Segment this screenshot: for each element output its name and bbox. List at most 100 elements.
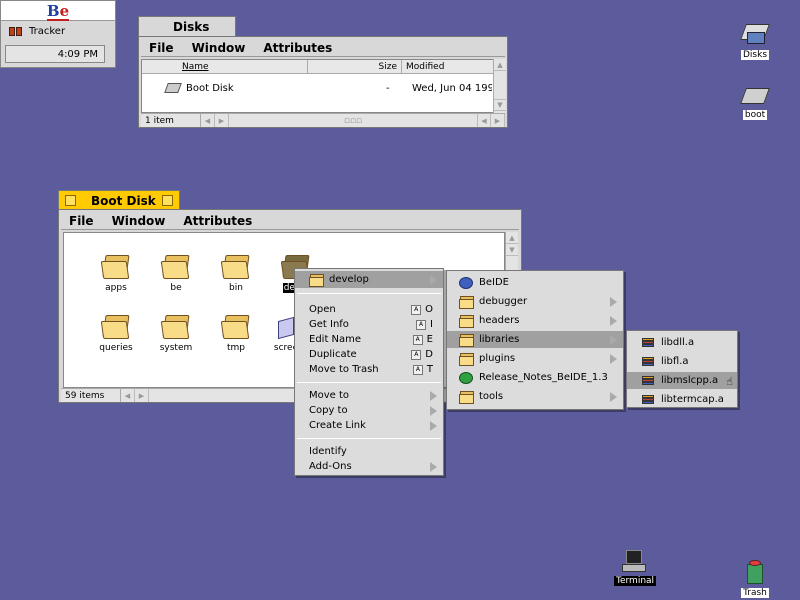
submenu-arrow-icon xyxy=(430,274,437,285)
folder-icon xyxy=(459,333,474,347)
alt-key-icon: A xyxy=(411,304,422,315)
libraries-submenu: libdll.a libfl.a libmslcpp.a ☝ libtermca… xyxy=(626,330,738,408)
item-count: 1 item xyxy=(141,114,201,127)
disk-icon xyxy=(164,83,182,93)
folder-queries[interactable]: queries xyxy=(91,313,141,353)
window-title: Disks xyxy=(173,19,210,34)
context-menu-header[interactable]: develop xyxy=(295,271,443,288)
be-menu-button[interactable]: Be xyxy=(1,1,115,21)
disks-icon xyxy=(740,22,770,48)
disk-size: - xyxy=(386,82,390,94)
folder-icon xyxy=(100,313,132,341)
column-modified[interactable]: Modified xyxy=(402,60,494,73)
hscroll-track[interactable]: ▫▫▫ xyxy=(229,116,477,126)
desktop-trash[interactable]: Trash xyxy=(735,560,775,598)
scroll-right-icon[interactable]: ▶ xyxy=(215,114,229,127)
menu-item-add-ons[interactable]: Add-Ons xyxy=(295,458,443,475)
table-row[interactable]: Boot Disk - Wed, Jun 04 199 xyxy=(142,78,494,98)
folder-icon xyxy=(100,253,132,281)
submenu-item-tools[interactable]: tools xyxy=(447,388,623,405)
folder-icon xyxy=(459,390,474,404)
folder-apps[interactable]: apps xyxy=(91,253,141,293)
disk-modified: Wed, Jun 04 199 xyxy=(412,82,492,94)
item-count: 59 items xyxy=(61,389,121,402)
folder-be[interactable]: be xyxy=(151,253,201,293)
folder-icon xyxy=(309,273,324,287)
folder-icon xyxy=(160,253,192,281)
library-item-libdll[interactable]: libdll.a xyxy=(627,334,737,351)
close-icon[interactable] xyxy=(65,195,76,206)
menu-attributes[interactable]: Attributes xyxy=(263,41,332,55)
desktop-terminal[interactable]: Terminal xyxy=(614,548,657,586)
folder-icon xyxy=(160,313,192,341)
library-item-libfl[interactable]: libfl.a xyxy=(627,353,737,370)
menu-window[interactable]: Window xyxy=(112,214,166,228)
submenu-item-debugger[interactable]: debugger xyxy=(447,293,623,310)
submenu-arrow-icon xyxy=(610,353,617,364)
menu-item-create-link[interactable]: Create Link xyxy=(295,417,443,434)
menu-window[interactable]: Window xyxy=(192,41,246,55)
submenu-arrow-icon xyxy=(430,420,437,431)
submenu-item-libraries[interactable]: libraries xyxy=(447,331,623,348)
scroll-left-icon[interactable]: ◀ xyxy=(121,389,135,402)
submenu-item-beide[interactable]: BeIDE xyxy=(447,274,623,291)
submenu-item-release-notes[interactable]: Release_Notes_BeIDE_1.3 xyxy=(447,369,623,386)
disks-menubar: File Window Attributes xyxy=(141,39,505,57)
terminal-icon xyxy=(620,548,648,574)
submenu-item-plugins[interactable]: plugins xyxy=(447,350,623,367)
disks-window-tab[interactable]: Disks xyxy=(138,16,236,36)
scroll-up-icon[interactable]: ▲ xyxy=(494,59,506,71)
scroll-down-icon[interactable]: ▼ xyxy=(506,244,518,256)
menu-file[interactable]: File xyxy=(69,214,94,228)
scroll-left-icon-2[interactable]: ◀ xyxy=(477,114,491,127)
disk-name: Boot Disk xyxy=(186,82,234,94)
scroll-right-icon[interactable]: ▶ xyxy=(135,389,149,402)
tracker-icon xyxy=(9,25,23,37)
context-menu: develop Open A O Get Info A I Edit Name A E Du… xyxy=(294,268,444,476)
alt-key-icon: A xyxy=(411,349,422,360)
tracker-label: Tracker xyxy=(29,25,66,37)
folder-bin[interactable]: bin xyxy=(211,253,261,293)
library-icon xyxy=(641,394,655,406)
submenu-arrow-icon xyxy=(610,296,617,307)
develop-submenu: BeIDE debugger headers libraries plugins… xyxy=(446,270,624,410)
hard-disk-icon xyxy=(740,82,770,108)
scroll-right-icon-2[interactable]: ▶ xyxy=(491,114,505,127)
column-header: Name Size Modified xyxy=(142,60,494,74)
alt-key-icon: A xyxy=(412,334,423,345)
desktop-boot[interactable]: boot xyxy=(735,82,775,120)
boot-window-tab[interactable]: Boot Disk xyxy=(58,190,180,210)
release-notes-icon xyxy=(459,371,473,384)
alt-key-icon: A xyxy=(412,364,423,375)
folder-icon xyxy=(459,314,474,328)
scroll-down-icon[interactable]: ▼ xyxy=(494,99,506,111)
folder-icon xyxy=(459,352,474,366)
alt-key-icon: A xyxy=(416,319,427,330)
zoom-icon[interactable] xyxy=(162,195,173,206)
scroll-left-icon[interactable]: ◀ xyxy=(201,114,215,127)
menu-file[interactable]: File xyxy=(149,41,174,55)
menu-attributes[interactable]: Attributes xyxy=(183,214,252,228)
desktop-disks[interactable]: Disks xyxy=(735,22,775,60)
document-icon xyxy=(276,313,296,341)
menu-separator xyxy=(297,382,441,383)
column-size[interactable]: Size xyxy=(308,60,402,73)
menu-separator xyxy=(297,293,441,294)
tracker-item[interactable]: Tracker xyxy=(1,21,115,41)
folder-tmp[interactable]: tmp xyxy=(211,313,261,353)
boot-menubar: File Window Attributes xyxy=(61,212,519,230)
scroll-up-icon[interactable]: ▲ xyxy=(506,232,518,244)
deskbar: Be Tracker 4:09 PM xyxy=(0,0,116,68)
column-name[interactable]: Name xyxy=(142,60,308,73)
folder-icon xyxy=(459,295,474,309)
submenu-arrow-icon xyxy=(430,405,437,416)
disks-vscroll[interactable]: ▲ ▼ xyxy=(493,59,506,113)
folder-system[interactable]: system xyxy=(151,313,201,353)
submenu-item-headers[interactable]: headers xyxy=(447,312,623,329)
menu-separator xyxy=(297,438,441,439)
clock[interactable]: 4:09 PM xyxy=(5,45,105,63)
submenu-arrow-icon xyxy=(610,315,617,326)
menu-item-move-to-trash[interactable]: Move to Trash A T xyxy=(295,361,443,378)
library-item-libmslcpp[interactable]: libmslcpp.a ☝ xyxy=(627,372,737,389)
library-item-libtermcap[interactable]: libtermcap.a xyxy=(627,391,737,408)
